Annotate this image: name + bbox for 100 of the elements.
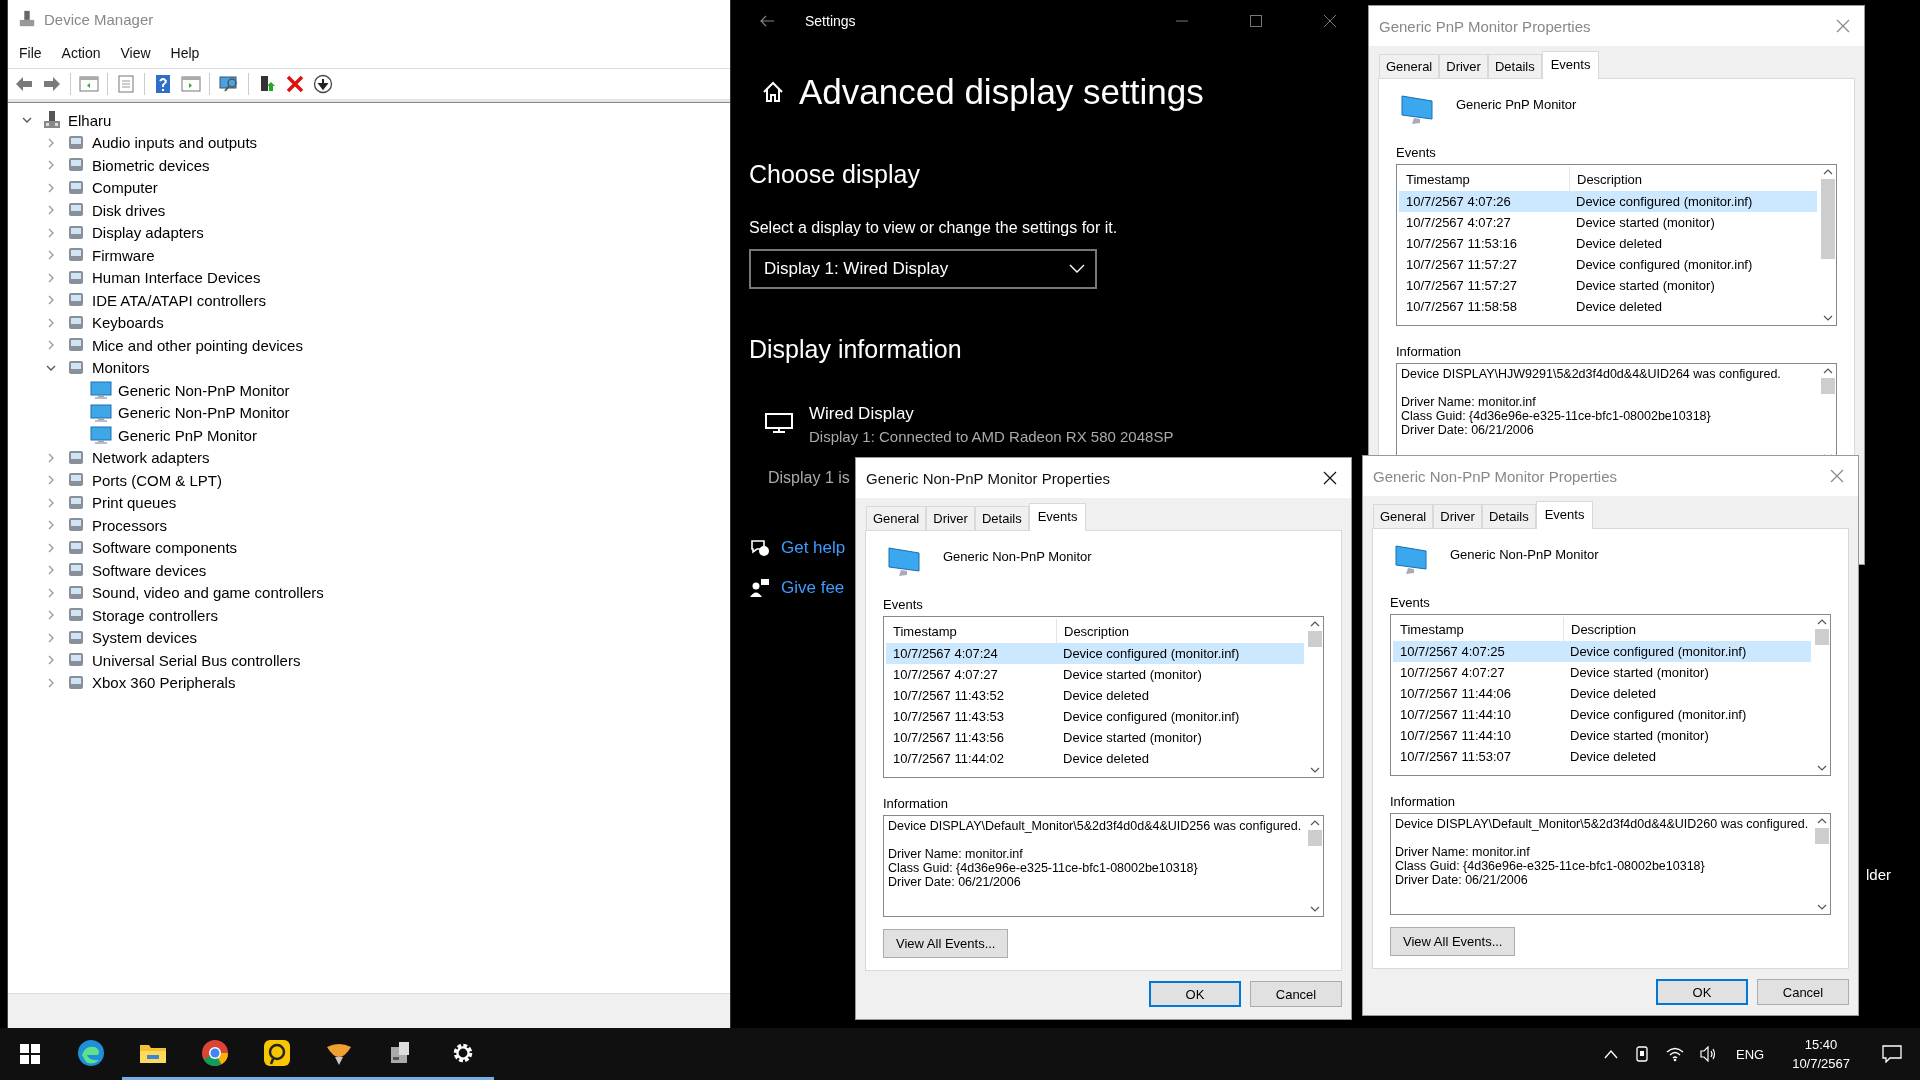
wifi-icon[interactable] [1666,1046,1684,1062]
tab[interactable]: Events [1028,503,1087,531]
scroll-thumb[interactable] [1307,830,1322,846]
dialog-button[interactable]: Cancel [1250,981,1342,1007]
event-row[interactable]: 10/7/2567 4:07:27 Device started (monitor) [886,664,1304,685]
dialog-button[interactable]: OK [1149,981,1241,1007]
tree-item[interactable]: Mice and other pointing devices [92,336,303,354]
notification-icon[interactable] [1882,1045,1902,1063]
tab[interactable]: Driver [1439,54,1488,78]
uninstall-icon[interactable] [285,74,305,94]
tree-item[interactable]: IDE ATA/ATAPI controllers [92,291,266,309]
disable-icon[interactable] [313,74,333,94]
scroll-thumb[interactable] [1814,828,1829,844]
tab[interactable]: Details [974,506,1029,530]
start-icon[interactable] [20,1044,40,1064]
console-tree-icon[interactable] [79,74,99,94]
tree-item[interactable]: Network adapters [92,449,210,467]
tree-item[interactable]: Biometric devices [92,156,210,174]
properties-icon[interactable] [116,74,136,94]
tab[interactable]: General [866,506,927,530]
scroll-up-icon[interactable] [1822,169,1833,175]
scroll-thumb[interactable] [1307,631,1322,647]
column-header[interactable]: Timestamp [1399,171,1569,187]
tree-item[interactable]: Software devices [92,561,207,579]
chevron-up-icon[interactable] [1604,1049,1618,1059]
forward-icon[interactable] [42,74,62,94]
help-link[interactable]: Get help [781,538,846,558]
event-row[interactable]: 10/7/2567 11:57:27 Device configured (monitor.inf) [1399,254,1817,275]
event-row[interactable]: 10/7/2567 11:43:56 Device started (monitor) [886,727,1304,748]
tree-item[interactable]: Generic Non-PnP Monitor [118,381,290,399]
event-row[interactable]: 10/7/2567 11:43:52 Device deleted [886,685,1304,706]
event-row[interactable]: 10/7/2567 4:07:26 Device configured (monitor.inf) [1399,191,1817,212]
scroll-down-icon[interactable] [1309,906,1320,912]
tree-item[interactable]: Generic PnP Monitor [118,426,257,444]
tree-item[interactable]: Firmware [92,246,155,264]
column-header[interactable]: Timestamp [1393,621,1563,637]
event-row[interactable]: 10/7/2567 4:07:27 Device started (monitor) [1393,662,1811,683]
scroll-up-icon[interactable] [1309,820,1320,826]
column-header[interactable]: Timestamp [886,623,1056,639]
tree-item[interactable]: Keyboards [92,314,164,332]
tab[interactable]: General [1373,504,1434,528]
phone-icon[interactable] [1634,1045,1650,1063]
home-icon[interactable] [761,80,785,104]
tab[interactable]: Details [1487,54,1542,78]
language-indicator[interactable]: ENG [1736,1046,1765,1062]
scroll-thumb[interactable] [1820,378,1835,394]
event-row[interactable]: 10/7/2567 4:07:27 Device started (monitor) [1399,212,1817,233]
tree-item[interactable]: Computer [92,179,158,197]
event-row[interactable]: 10/7/2567 11:43:53 Device configured (monitor.inf) [886,706,1304,727]
event-row[interactable]: 10/7/2567 11:57:27 Device started (monitor) [1399,275,1817,296]
menu-item[interactable]: Help [170,45,200,61]
scroll-thumb[interactable] [1814,629,1829,645]
scan-hardware-icon[interactable] [218,74,240,94]
tree-item[interactable]: Ports (COM & LPT) [92,471,222,489]
volume-icon[interactable] [1700,1046,1718,1062]
view-all-events-button[interactable]: View All Events... [883,929,1009,958]
event-row[interactable]: 10/7/2567 11:53:07 Device deleted [1393,746,1811,767]
view-all-events-button[interactable]: View All Events... [1390,927,1516,956]
dialog-button[interactable]: Cancel [1757,979,1849,1005]
tab[interactable]: Details [1481,504,1536,528]
scroll-up-icon[interactable] [1816,619,1827,625]
dialog-button[interactable]: OK [1656,979,1748,1005]
action-pane-icon[interactable] [181,74,201,94]
tab[interactable]: Events [1535,501,1594,529]
scroll-down-icon[interactable] [1816,765,1827,771]
event-row[interactable]: 10/7/2567 11:58:58 Device deleted [1399,296,1817,317]
scroll-down-icon[interactable] [1822,315,1833,321]
help-link[interactable]: Give fee [781,578,845,598]
menu-item[interactable]: File [19,45,42,61]
clock-time[interactable]: 15:40 [1804,1037,1838,1052]
menu-item[interactable]: Action [61,45,101,61]
tree-item[interactable]: Disk drives [92,201,166,219]
tree-item[interactable]: Display adapters [92,224,204,242]
tree-item[interactable]: Xbox 360 Peripherals [92,674,236,692]
scroll-up-icon[interactable] [1822,368,1833,374]
tree-item[interactable]: Audio inputs and outputs [92,134,258,152]
tree-item[interactable]: Sound, video and game controllers [92,584,324,602]
event-row[interactable]: 10/7/2567 11:53:16 Device deleted [1399,233,1817,254]
tab[interactable]: Events [1541,51,1600,79]
tree-item[interactable]: Monitors [92,359,150,377]
scroll-down-icon[interactable] [1816,904,1827,910]
scroll-up-icon[interactable] [1816,818,1827,824]
clock-date[interactable]: 10/7/2567 [1792,1056,1850,1071]
tree-item[interactable]: Elharu [68,111,112,129]
event-row[interactable]: 10/7/2567 4:07:25 Device configured (monitor.inf) [1393,641,1811,662]
tab[interactable]: Driver [926,506,975,530]
close-icon[interactable] [1323,471,1337,485]
tree-item[interactable]: System devices [92,629,198,647]
tree-item[interactable]: Storage controllers [92,606,218,624]
tree-item[interactable]: Processors [92,516,168,534]
help-icon[interactable] [153,74,173,94]
event-row[interactable]: 10/7/2567 11:44:10 Device configured (monitor.inf) [1393,704,1811,725]
tree-item[interactable]: Print queues [92,494,177,512]
tree-item[interactable]: Generic Non-PnP Monitor [118,404,290,422]
desktop-icon-label[interactable]: lder [1866,866,1891,883]
scroll-down-icon[interactable] [1309,767,1320,773]
scroll-up-icon[interactable] [1309,621,1320,627]
tree-item[interactable]: Universal Serial Bus controllers [92,651,301,669]
menu-item[interactable]: View [120,45,151,61]
tab[interactable]: General [1379,54,1440,78]
